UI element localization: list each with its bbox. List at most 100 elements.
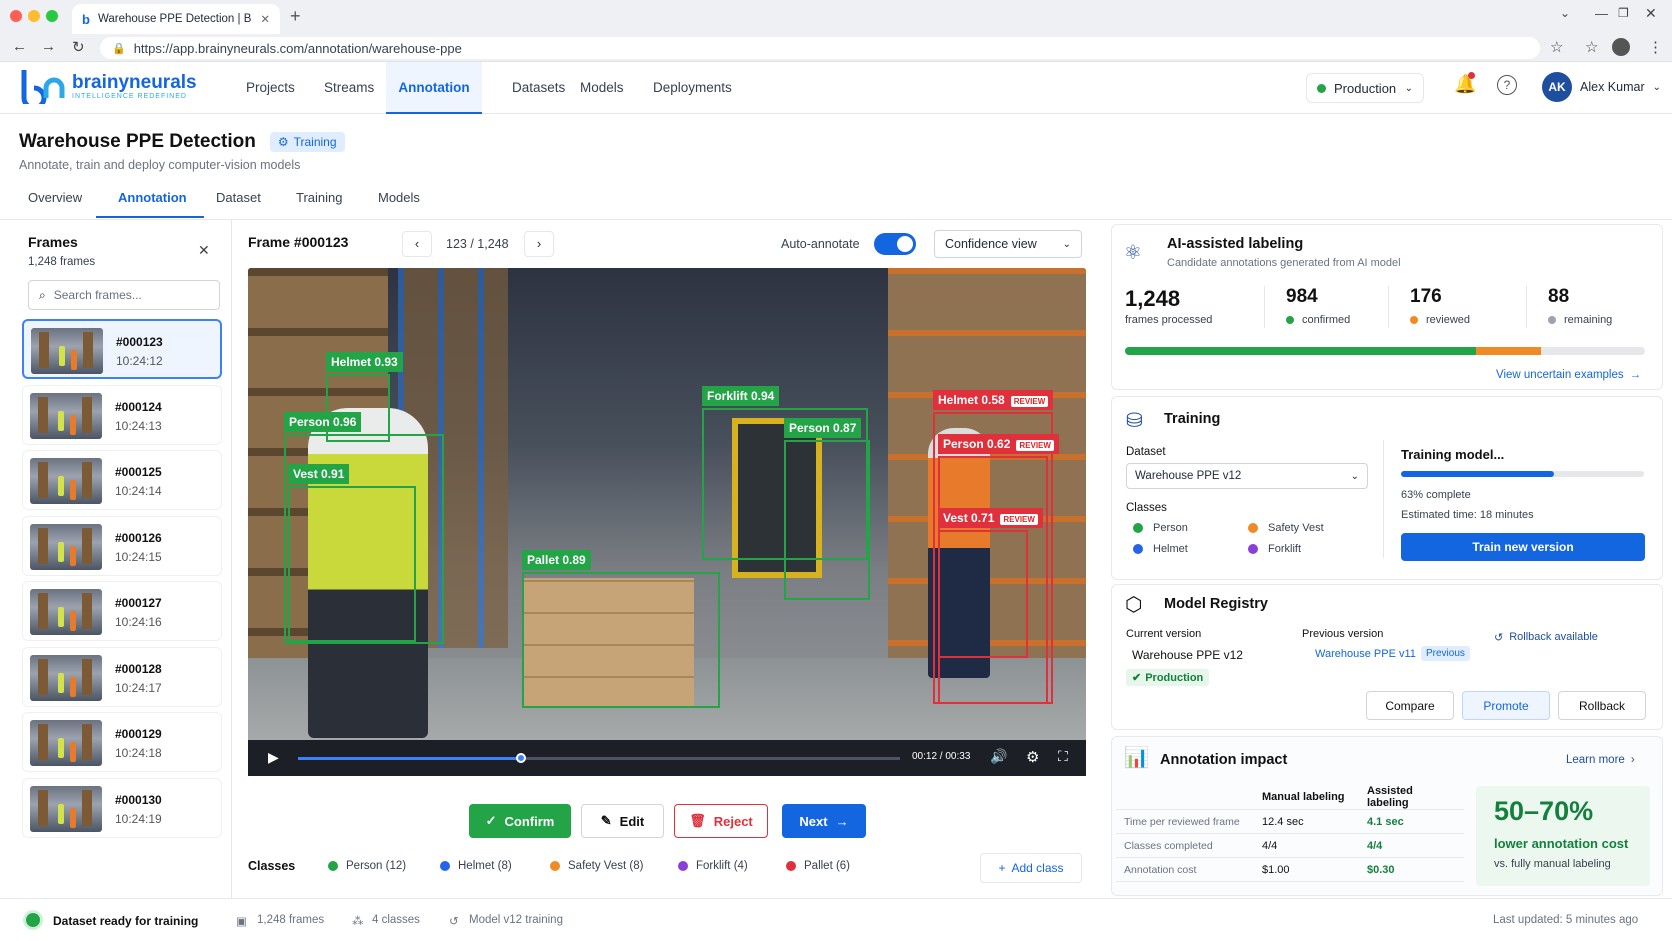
- play-icon[interactable]: ▶: [268, 749, 279, 766]
- divider: [1383, 440, 1384, 558]
- nav-streams[interactable]: Streams: [306, 62, 392, 114]
- reject-button[interactable]: 🗑 Reject: [674, 804, 768, 838]
- maximize-window-button[interactable]: [46, 10, 58, 22]
- stat-label: frames processed: [1125, 314, 1212, 326]
- history-icon: ↺: [449, 916, 459, 928]
- nav-projects[interactable]: Projects: [228, 62, 313, 114]
- restore-icon[interactable]: ❐: [1618, 6, 1629, 20]
- class-name: Safety Vest (8): [568, 860, 644, 872]
- user-menu[interactable]: AK Alex Kumar ⌄: [1542, 72, 1661, 102]
- add-class-button[interactable]: + Add class: [980, 853, 1082, 883]
- frame-item[interactable]: #000128 10:24:17: [22, 646, 222, 707]
- profile-avatar-icon[interactable]: [1612, 38, 1630, 56]
- class-color-dot: [440, 861, 450, 871]
- stat-value: 88: [1548, 286, 1570, 307]
- address-bar[interactable]: 🔒 https://app.brainyneurals.com/annotati…: [100, 37, 1540, 59]
- next-button[interactable]: Next →: [782, 804, 866, 838]
- promote-button[interactable]: Promote: [1462, 691, 1550, 720]
- frame-item[interactable]: #000124 10:24:13: [22, 384, 222, 445]
- chevron-right-icon: ›: [1630, 754, 1635, 766]
- close-icon[interactable]: ✕: [1645, 5, 1657, 22]
- impact-cell: Annotation cost: [1116, 857, 1254, 882]
- search-frames-input[interactable]: ⌕ Search frames...: [28, 280, 220, 310]
- savings-highlight: 50–70% lower annotation cost vs. fully m…: [1476, 786, 1650, 886]
- playback-track[interactable]: [298, 753, 900, 763]
- frame-time: 10:24:16: [115, 615, 162, 629]
- plus-icon: +: [998, 861, 1006, 875]
- environment-select[interactable]: Production ⌄: [1306, 73, 1424, 103]
- impact-cell: $0.30: [1359, 857, 1464, 882]
- back-icon[interactable]: ←: [12, 38, 27, 55]
- frame-item[interactable]: #000123 10:24:12: [22, 319, 222, 379]
- close-panel-icon[interactable]: ✕: [198, 242, 210, 259]
- class-legend-item[interactable]: Helmet (8): [440, 860, 512, 872]
- browser-tab[interactable]: b Warehouse PPE Detection | Br ✕: [72, 4, 280, 34]
- tab-dataset[interactable]: Dataset: [216, 190, 261, 205]
- class-legend-item[interactable]: Pallet (6): [786, 860, 850, 872]
- forward-icon[interactable]: →: [41, 38, 56, 55]
- class-legend-item[interactable]: Forklift (4): [678, 860, 748, 872]
- detection-label-text: Helmet 0.93: [331, 355, 398, 369]
- help-icon[interactable]: ?: [1497, 75, 1517, 95]
- divider: [0, 219, 1672, 220]
- class-color-dot: [328, 861, 338, 871]
- stat-label-text: frames processed: [1125, 314, 1213, 326]
- rollback-button[interactable]: Rollback: [1558, 691, 1646, 720]
- production-badge: ✔ Production: [1126, 669, 1210, 686]
- tab-annotation[interactable]: Annotation: [118, 190, 187, 205]
- frame-item[interactable]: #000129 10:24:18: [22, 712, 222, 772]
- class-legend-item[interactable]: Safety Vest (8): [550, 860, 643, 872]
- impact-cell: 12.4 sec: [1254, 809, 1359, 834]
- next-frame-button[interactable]: ›: [524, 231, 554, 257]
- nav-annotation[interactable]: Annotation: [386, 62, 482, 114]
- train-new-version-button[interactable]: Train new version: [1401, 533, 1645, 561]
- fullscreen-icon[interactable]: ⛶: [1058, 748, 1068, 765]
- detection-box[interactable]: [938, 530, 1028, 658]
- browser-menu-icon[interactable]: ⋮: [1648, 38, 1663, 56]
- frame-item[interactable]: #000126 10:24:15: [22, 515, 222, 576]
- class-legend-item[interactable]: Person (12): [328, 860, 406, 872]
- dataset-select[interactable]: Warehouse PPE v12 ⌄: [1126, 463, 1368, 489]
- auto-annotate-toggle[interactable]: [874, 233, 916, 255]
- prev-frame-button[interactable]: ‹: [402, 231, 432, 257]
- view-mode-select[interactable]: Confidence view ⌄: [934, 230, 1082, 258]
- settings-gear-icon[interactable]: ⚙: [1026, 748, 1039, 766]
- confirm-button[interactable]: ✓ Confirm: [469, 804, 571, 838]
- detection-label: Forklift 0.94: [702, 386, 780, 406]
- close-tab-icon[interactable]: ✕: [260, 12, 270, 26]
- view-uncertain-link[interactable]: View uncertain examples →: [1496, 369, 1641, 381]
- playback-handle[interactable]: [515, 753, 526, 763]
- extension-icon[interactable]: ☆: [1585, 38, 1598, 56]
- new-tab-icon[interactable]: +: [290, 6, 301, 27]
- frame-item[interactable]: #000130 10:24:19: [22, 777, 222, 838]
- previous-version-value[interactable]: Warehouse PPE v11: [1315, 648, 1416, 660]
- detection-box[interactable]: [784, 440, 870, 600]
- frame-item[interactable]: #000125 10:24:14: [22, 450, 222, 510]
- frame-item[interactable]: #000127 10:24:16: [22, 581, 222, 641]
- tab-models[interactable]: Models: [378, 190, 420, 205]
- history-icon: ↺: [1494, 632, 1504, 644]
- nav-models[interactable]: Models: [562, 62, 642, 114]
- frame-position: 123 / 1,248: [446, 237, 509, 251]
- detection-box[interactable]: [288, 486, 416, 642]
- reload-icon[interactable]: ↻: [72, 38, 85, 56]
- close-window-button[interactable]: [10, 10, 22, 22]
- tab-list-icon[interactable]: ⌄: [1560, 6, 1570, 20]
- tab-training[interactable]: Training: [296, 190, 342, 205]
- learn-more-link[interactable]: Learn more ›: [1566, 754, 1635, 766]
- detection-box[interactable]: [522, 572, 720, 708]
- user-name: Alex Kumar: [1580, 80, 1645, 94]
- previous-version-label: Previous version: [1302, 628, 1384, 640]
- minimize-window-button[interactable]: [28, 10, 40, 22]
- bookmark-star-icon[interactable]: ☆: [1550, 38, 1563, 56]
- tab-overview[interactable]: Overview: [28, 190, 82, 205]
- brand-logo[interactable]: brainyneurals INTELLIGENCE REDEFINED: [20, 68, 197, 104]
- nav-deployments[interactable]: Deployments: [635, 62, 750, 114]
- classes-title: Classes: [248, 859, 296, 873]
- detection-label: Person 0.87: [784, 418, 862, 438]
- impact-header: Manual labeling: [1254, 785, 1359, 810]
- volume-icon[interactable]: 🔊: [990, 748, 1007, 765]
- compare-button[interactable]: Compare: [1366, 691, 1454, 720]
- minimize-icon[interactable]: —: [1595, 6, 1608, 21]
- edit-button[interactable]: ✎ Edit: [581, 804, 664, 838]
